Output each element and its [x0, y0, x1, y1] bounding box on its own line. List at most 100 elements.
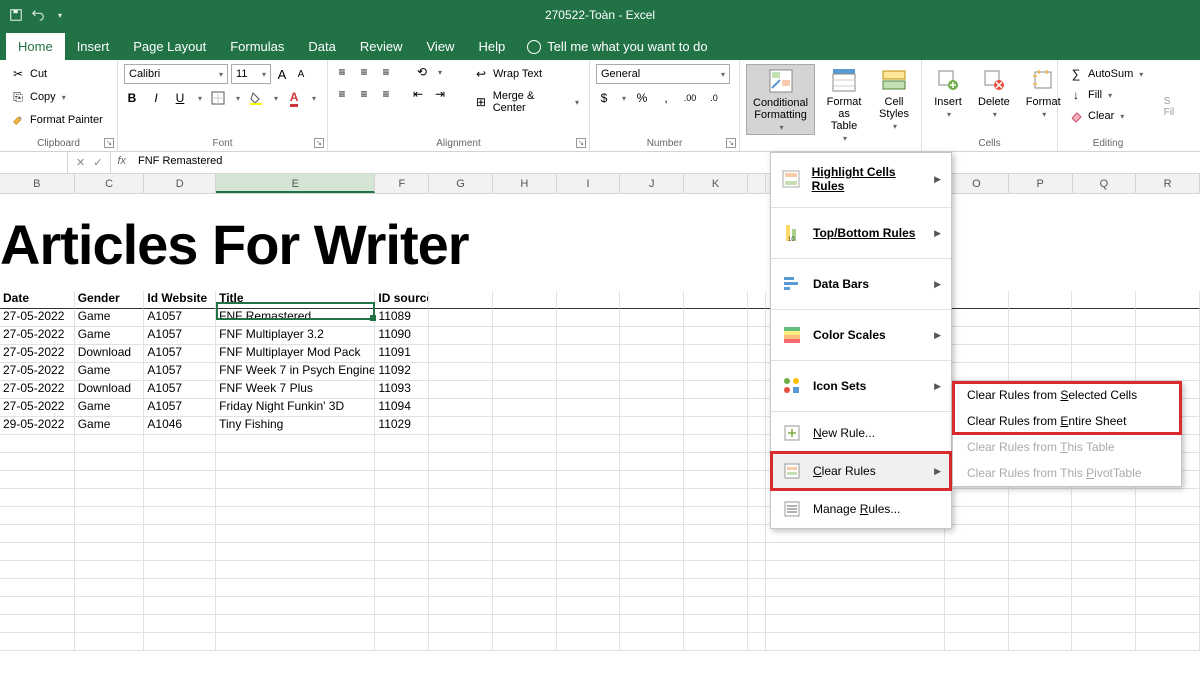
table-cell[interactable]: Game — [75, 309, 145, 327]
empty-cell[interactable] — [748, 579, 766, 597]
table-cell[interactable] — [75, 633, 145, 651]
table-cell[interactable] — [216, 561, 375, 579]
column-header[interactable]: B — [0, 174, 75, 193]
grow-font-icon[interactable]: A — [274, 66, 290, 82]
table-cell[interactable] — [75, 489, 145, 507]
column-header[interactable]: I — [557, 174, 621, 193]
empty-cell[interactable] — [945, 525, 1009, 543]
align-top-icon[interactable]: ≡ — [334, 64, 350, 80]
empty-cell[interactable] — [748, 543, 766, 561]
font-size-combo[interactable]: 11▾ — [231, 64, 271, 84]
empty-cell[interactable] — [557, 579, 621, 597]
empty-cell[interactable] — [1136, 291, 1200, 309]
empty-cell[interactable] — [557, 489, 621, 507]
empty-cell[interactable] — [766, 633, 945, 651]
empty-cell[interactable] — [493, 345, 557, 363]
empty-cell[interactable] — [429, 417, 493, 435]
table-cell[interactable]: 27-05-2022 — [0, 399, 75, 417]
empty-cell[interactable] — [620, 309, 684, 327]
font-color-button[interactable]: A — [286, 90, 302, 106]
table-cell[interactable]: 11089 — [375, 309, 429, 327]
empty-cell[interactable] — [429, 471, 493, 489]
empty-cell[interactable] — [493, 579, 557, 597]
empty-cell[interactable] — [557, 381, 621, 399]
name-box[interactable] — [0, 152, 68, 173]
table-cell[interactable] — [144, 615, 216, 633]
empty-cell[interactable] — [429, 615, 493, 633]
table-header-cell[interactable]: ID source — [375, 291, 429, 309]
table-cell[interactable]: 11092 — [375, 363, 429, 381]
empty-cell[interactable] — [493, 525, 557, 543]
table-cell[interactable]: A1057 — [144, 345, 216, 363]
empty-cell[interactable] — [620, 543, 684, 561]
empty-cell[interactable] — [748, 507, 766, 525]
empty-cell[interactable] — [1009, 291, 1073, 309]
empty-cell[interactable] — [620, 435, 684, 453]
table-cell[interactable] — [144, 633, 216, 651]
format-painter-button[interactable]: Format Painter — [6, 110, 107, 130]
column-header[interactable]: G — [429, 174, 493, 193]
column-header[interactable]: K — [684, 174, 748, 193]
empty-cell[interactable] — [557, 525, 621, 543]
cf-menu-item[interactable]: Color Scales▶ — [771, 312, 951, 358]
cf-manage-rules[interactable]: Manage Rules... — [771, 490, 951, 528]
clear-rules-sheet[interactable]: Clear Rules from Entire Sheet — [953, 408, 1181, 434]
empty-cell[interactable] — [493, 417, 557, 435]
cf-menu-item[interactable]: 10Top/Bottom Rules▶ — [771, 210, 951, 256]
empty-cell[interactable] — [748, 399, 766, 417]
empty-cell[interactable] — [620, 525, 684, 543]
empty-cell[interactable] — [1136, 525, 1200, 543]
table-cell[interactable]: Friday Night Funkin' 3D — [216, 399, 375, 417]
empty-cell[interactable] — [684, 561, 748, 579]
alignment-dialog-launcher[interactable]: ↘ — [576, 138, 586, 148]
table-cell[interactable] — [216, 597, 375, 615]
table-cell[interactable] — [144, 471, 216, 489]
empty-cell[interactable] — [684, 633, 748, 651]
align-bottom-icon[interactable]: ≡ — [378, 64, 394, 80]
table-cell[interactable]: A1057 — [144, 363, 216, 381]
tab-formulas[interactable]: Formulas — [218, 33, 296, 60]
table-cell[interactable]: FNF Multiplayer 3.2 — [216, 327, 375, 345]
empty-cell[interactable] — [493, 435, 557, 453]
table-cell[interactable] — [375, 525, 429, 543]
table-cell[interactable]: Download — [75, 345, 145, 363]
table-cell[interactable] — [144, 507, 216, 525]
comma-format-icon[interactable]: , — [658, 90, 674, 106]
empty-cell[interactable] — [748, 363, 766, 381]
column-header[interactable]: E — [216, 174, 375, 193]
table-cell[interactable] — [75, 561, 145, 579]
table-cell[interactable] — [144, 435, 216, 453]
empty-cell[interactable] — [429, 309, 493, 327]
underline-button[interactable]: U — [172, 90, 188, 106]
cf-clear-rules[interactable]: Clear Rules ▶ — [771, 452, 951, 490]
empty-cell[interactable] — [620, 399, 684, 417]
table-cell[interactable]: Tiny Fishing — [216, 417, 375, 435]
empty-cell[interactable] — [748, 345, 766, 363]
table-cell[interactable]: Game — [75, 363, 145, 381]
tab-help[interactable]: Help — [466, 33, 517, 60]
table-cell[interactable]: 11093 — [375, 381, 429, 399]
empty-cell[interactable] — [557, 417, 621, 435]
table-cell[interactable]: FNF Multiplayer Mod Pack — [216, 345, 375, 363]
table-cell[interactable] — [0, 435, 75, 453]
empty-cell[interactable] — [1009, 579, 1073, 597]
empty-cell[interactable] — [684, 327, 748, 345]
table-cell[interactable] — [375, 579, 429, 597]
empty-cell[interactable] — [493, 615, 557, 633]
table-cell[interactable] — [144, 579, 216, 597]
empty-cell[interactable] — [557, 399, 621, 417]
empty-cell[interactable] — [429, 435, 493, 453]
empty-cell[interactable] — [748, 633, 766, 651]
empty-cell[interactable] — [557, 453, 621, 471]
font-dialog-launcher[interactable]: ↘ — [314, 138, 324, 148]
table-cell[interactable] — [0, 579, 75, 597]
empty-cell[interactable] — [1009, 507, 1073, 525]
table-cell[interactable] — [144, 543, 216, 561]
empty-cell[interactable] — [1072, 489, 1136, 507]
conditional-formatting-button[interactable]: Conditional Formatting▾ — [746, 64, 815, 135]
cf-menu-item[interactable]: Highlight Cells Rules▶ — [771, 153, 951, 205]
table-cell[interactable]: A1057 — [144, 381, 216, 399]
table-cell[interactable]: FNF Week 7 Plus — [216, 381, 375, 399]
table-cell[interactable]: 29-05-2022 — [0, 417, 75, 435]
table-cell[interactable] — [216, 543, 375, 561]
